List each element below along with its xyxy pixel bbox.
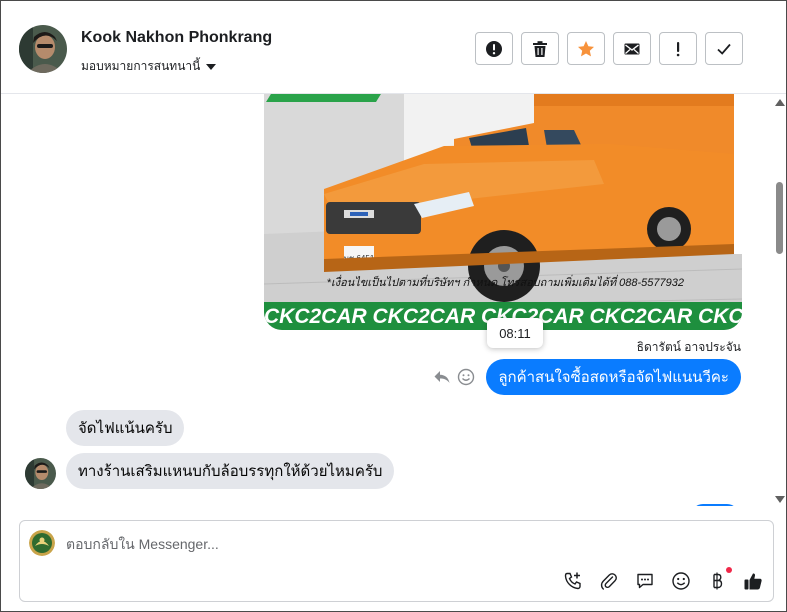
sender-name: ธิดารัตน์ อาจประจัน — [636, 340, 741, 354]
outgoing-message-partial — [691, 504, 739, 506]
emoji-icon — [672, 572, 690, 590]
inbox-conversation-window: Kook Nakhon Phonkrang มอบหมายการสนทนานี้ — [0, 0, 787, 612]
outgoing-message[interactable]: ลูกค้าสนใจซื้อสดหรือจัดไฟแนนวีคะ — [486, 359, 741, 395]
conversation-scrollbar[interactable] — [774, 94, 786, 506]
scrollbar-thumb[interactable] — [776, 182, 783, 254]
thumbs-up-icon — [744, 573, 762, 590]
react-emoji-icon[interactable] — [457, 368, 475, 386]
mark-done-button[interactable] — [705, 32, 743, 65]
contact-avatar-small[interactable] — [25, 458, 56, 489]
delete-button[interactable] — [521, 32, 559, 65]
shared-photo[interactable]: บช 6451 *เงื่อนไขเป็นไปตามที่บริษัทฯ กำห… — [264, 94, 742, 330]
message-action-icons — [433, 368, 475, 386]
conversation-header: Kook Nakhon Phonkrang มอบหมายการสนทนานี้ — [1, 1, 786, 94]
paperclip-icon — [600, 573, 617, 590]
mark-unread-button[interactable] — [613, 32, 651, 65]
timestamp-tooltip: 08:11 — [487, 318, 543, 348]
payment-button[interactable] — [707, 567, 732, 591]
incoming-message[interactable]: ทางร้านเสริมแหนบกับล้อบรรทุกให้ด้วยไหมคร… — [66, 453, 395, 489]
conversation-actions — [475, 32, 743, 65]
star-icon — [578, 40, 594, 56]
reply-icon[interactable] — [433, 368, 451, 386]
message-list[interactable]: บช 6451 *เงื่อนไขเป็นไปตามที่บริษัทฯ กำห… — [1, 94, 786, 506]
envelope-icon — [624, 43, 640, 54]
mark-spam-button[interactable] — [475, 32, 513, 65]
follow-up-button[interactable] — [659, 32, 697, 65]
saved-replies-button[interactable] — [635, 571, 655, 591]
assign-conversation-dropdown[interactable]: มอบหมายการสนทนานี้ — [81, 57, 217, 76]
photo-caption: *เงื่อนไขเป็นไปตามที่บริษัทฯ กำหนด โทรสอ… — [327, 274, 684, 289]
notification-dot — [726, 567, 732, 573]
contact-avatar[interactable] — [19, 25, 67, 73]
alert-circle-icon — [486, 40, 502, 57]
call-button[interactable] — [563, 571, 583, 591]
incoming-message[interactable]: จัดไฟแน้นครับ — [66, 410, 185, 446]
reply-input[interactable] — [66, 533, 666, 555]
exclamation-icon — [676, 41, 680, 56]
saved-reply-icon — [637, 573, 653, 589]
like-button[interactable] — [743, 571, 763, 591]
assign-label: มอบหมายการสนทนานี้ — [81, 59, 201, 73]
composer-tools — [563, 567, 763, 591]
star-button[interactable] — [567, 32, 605, 65]
attach-button[interactable] — [599, 571, 619, 591]
contact-name[interactable]: Kook Nakhon Phonkrang — [81, 29, 272, 47]
reply-composer — [19, 520, 774, 602]
trash-icon — [533, 40, 547, 57]
checkmark-icon — [717, 43, 731, 55]
scroll-down-arrow-icon[interactable] — [775, 496, 785, 503]
baht-icon — [713, 572, 723, 590]
emoji-button[interactable] — [671, 571, 691, 591]
scroll-up-arrow-icon[interactable] — [775, 99, 785, 106]
page-logo — [29, 530, 55, 556]
phone-plus-icon — [564, 572, 581, 590]
caret-down-icon — [206, 63, 217, 70]
